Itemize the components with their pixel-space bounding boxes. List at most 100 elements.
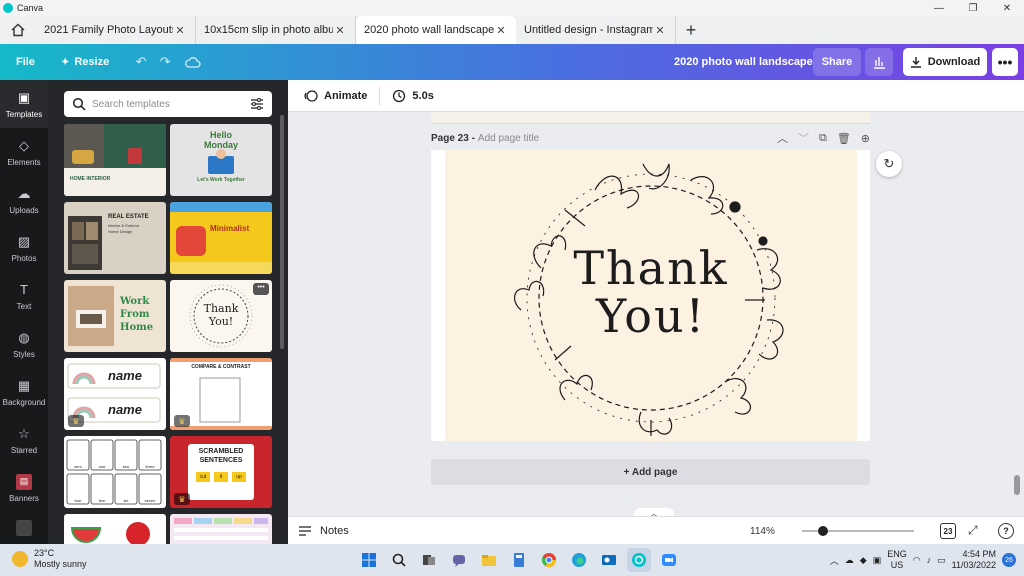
template-more-icon[interactable]: •••	[253, 283, 269, 295]
cloud-saved-icon[interactable]	[181, 48, 205, 76]
insights-button[interactable]	[865, 48, 893, 76]
animate-button[interactable]: Animate	[298, 89, 373, 103]
apps-icon	[16, 520, 32, 536]
template-compare-contrast[interactable]: COMPARE & CONTRAST ♛	[170, 358, 272, 430]
templates-panel: Search templates HOME INTERIOR Hello Mon…	[48, 80, 288, 544]
sidebar-item-uploads[interactable]: ☁ Uploads	[0, 176, 48, 224]
duplicate-page-icon[interactable]: ⧉	[819, 132, 827, 145]
tab-close-icon[interactable]: ✕	[494, 24, 508, 37]
language-indicator[interactable]: ENG US	[887, 549, 907, 571]
tab-close-icon[interactable]: ✕	[653, 24, 667, 37]
tab-close-icon[interactable]: ✕	[333, 24, 347, 37]
template-hello-monday[interactable]: Hello Monday Let's Work Together	[170, 124, 272, 196]
zoom-level[interactable]: 114%	[750, 517, 775, 545]
design-canvas[interactable]: Thank You!	[445, 150, 857, 441]
tab-slip-in-album[interactable]: 10x15cm slip in photo album ✕	[196, 16, 356, 44]
tab-family-photo-layouts[interactable]: 2021 Family Photo Layouts ✕	[36, 16, 196, 44]
chevron-up-icon[interactable]: ︿	[777, 130, 788, 146]
zoom-slider-handle[interactable]	[818, 526, 829, 536]
rotate-refresh-button[interactable]: ↻	[876, 151, 902, 177]
panel-scrollbar[interactable]	[280, 115, 284, 349]
language-secondary: US	[890, 560, 904, 570]
sidebar-item-label: Text	[16, 301, 32, 311]
resize-button[interactable]: ✦ Resize	[53, 48, 117, 76]
new-tab-icon[interactable]: +	[676, 16, 706, 44]
weather-widget[interactable]: 23°C Mostly sunny	[12, 548, 87, 570]
volume-icon[interactable]: ♪	[927, 555, 932, 565]
zoom-tray-icon[interactable]: ▣	[873, 555, 882, 566]
document-title[interactable]: 2020 photo wall landscape	[674, 44, 813, 80]
dropbox-icon[interactable]: ◆	[860, 555, 867, 566]
calculator-icon[interactable]	[507, 548, 531, 572]
task-view-icon[interactable]	[417, 548, 441, 572]
file-menu-button[interactable]: File	[8, 48, 43, 76]
template-thank-you[interactable]: Thank You! •••	[170, 280, 272, 352]
premium-crown-icon: ♛	[174, 493, 190, 505]
template-name-labels[interactable]: name name ♛	[64, 358, 166, 430]
template-real-estate[interactable]: REAL ESTATE Interior & Exterior Home Des…	[64, 202, 166, 274]
outlook-icon[interactable]	[597, 548, 621, 572]
edge-icon[interactable]	[567, 548, 591, 572]
tab-untitled-instagram[interactable]: Untitled design - Instagram ✕	[516, 16, 676, 44]
template-planner[interactable]	[170, 514, 272, 544]
start-icon[interactable]	[357, 548, 381, 572]
maximize-icon[interactable]: ❐	[956, 0, 990, 16]
filter-icon[interactable]	[250, 97, 264, 111]
chrome-icon[interactable]	[537, 548, 561, 572]
tab-photo-wall-landscape[interactable]: 2020 photo wall landscape ✕	[356, 16, 516, 44]
tab-close-icon[interactable]: ✕	[173, 24, 187, 37]
editor-scrollbar[interactable]	[1014, 475, 1020, 495]
sidebar-item-text[interactable]: T Text	[0, 272, 48, 320]
download-button[interactable]: Download	[903, 48, 987, 76]
sidebar-item-more-apps[interactable]	[0, 512, 48, 544]
notification-badge[interactable]: 26	[1002, 553, 1016, 567]
clock[interactable]: 4:54 PM 11/03/2022	[952, 549, 996, 571]
search-taskbar-icon[interactable]	[387, 548, 411, 572]
template-text: name	[108, 368, 142, 383]
add-page-button[interactable]: + Add page	[431, 459, 870, 485]
template-text: HOME INTERIOR	[70, 176, 111, 182]
sidebar-item-starred[interactable]: ☆ Starred	[0, 416, 48, 464]
file-explorer-icon[interactable]	[477, 548, 501, 572]
teams-chat-icon[interactable]	[447, 548, 471, 572]
notes-button[interactable]: Notes	[298, 525, 349, 537]
chevron-down-icon[interactable]: ﹀	[798, 130, 809, 146]
sidebar-item-styles[interactable]: ◍ Styles	[0, 320, 48, 368]
template-interior-minimalist[interactable]: Minimalist	[170, 202, 272, 274]
clock-date: 11/03/2022	[951, 560, 996, 570]
sidebar-item-photos[interactable]: ▨ Photos	[0, 224, 48, 272]
home-icon[interactable]	[0, 16, 36, 44]
template-scrambled-sentences[interactable]: SCRAMBLED SENTENCES cut it up ♛	[170, 436, 272, 508]
chevron-up-icon[interactable]: ︿	[830, 554, 839, 567]
template-text: three	[145, 464, 155, 469]
template-fruit[interactable]	[64, 514, 166, 544]
canva-taskbar-icon[interactable]	[627, 548, 651, 572]
fullscreen-icon[interactable]: ⤢	[968, 523, 978, 538]
battery-icon[interactable]: ▭	[937, 555, 946, 566]
close-window-icon[interactable]: ✕	[990, 0, 1024, 16]
zoom-app-icon[interactable]	[657, 548, 681, 572]
animate-icon	[304, 89, 318, 102]
help-button[interactable]: ?	[998, 523, 1014, 539]
undo-icon[interactable]: ↶	[129, 48, 153, 76]
share-button[interactable]: Share	[813, 48, 861, 76]
delete-page-icon[interactable]: 🗑	[837, 132, 851, 145]
page-title-input[interactable]: Add page title	[478, 133, 539, 144]
sidebar-item-templates[interactable]: ▣ Templates	[0, 80, 48, 128]
search-input[interactable]: Search templates	[64, 91, 272, 117]
more-options-button[interactable]: •••	[992, 48, 1018, 76]
canvas-text[interactable]: Thank You!	[445, 244, 857, 340]
onedrive-icon[interactable]: ☁	[845, 555, 854, 566]
minimize-icon[interactable]: —	[922, 0, 956, 16]
redo-icon[interactable]: ↷	[153, 48, 177, 76]
template-work-from-home[interactable]: Work From Home	[64, 280, 166, 352]
sidebar-item-elements[interactable]: ◇ Elements	[0, 128, 48, 176]
wifi-icon[interactable]: ◠	[913, 555, 921, 566]
sidebar-item-banners[interactable]: ▤ Banners	[0, 464, 48, 512]
template-number-flashcards[interactable]: zero one two three four five six seven	[64, 436, 166, 508]
add-page-icon[interactable]: ⊕	[861, 132, 870, 145]
sidebar-item-background[interactable]: ▦ Background	[0, 368, 48, 416]
duration-button[interactable]: 5.0s	[386, 89, 439, 103]
template-home-interior[interactable]: HOME INTERIOR	[64, 124, 166, 196]
page-count-button[interactable]: 23	[940, 523, 956, 539]
